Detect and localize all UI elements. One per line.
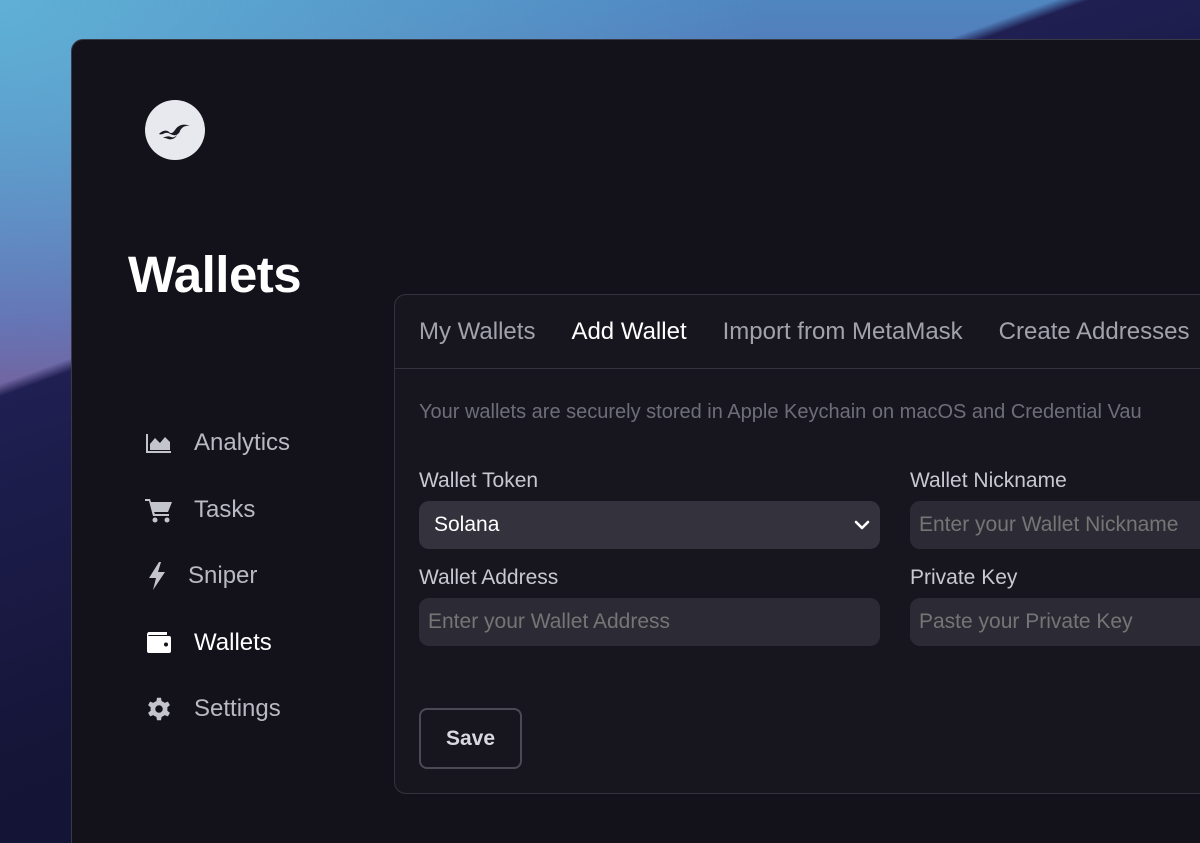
sidebar-item-settings[interactable]: Settings [144,676,404,743]
wallet-address-label: Wallet Address [419,566,559,589]
wallet-nickname-label: Wallet Nickname [910,469,1067,492]
wave-logo-icon[interactable] [145,100,205,160]
sidebar-nav: Analytics Tasks Sniper Wallets Settings [144,410,404,743]
sidebar-item-label: Tasks [194,495,256,523]
save-button[interactable]: Save [419,708,522,769]
wallet-icon [144,628,174,658]
page-title: Wallets [128,246,302,303]
chevron-down-icon [854,515,870,539]
wallet-address-input[interactable] [419,598,880,646]
lightning-icon [142,561,172,591]
tab-import-metamask[interactable]: Import from MetaMask [723,318,963,346]
sidebar-item-sniper[interactable]: Sniper [142,543,404,610]
sidebar-item-label: Settings [194,695,281,723]
sidebar-item-label: Wallets [194,628,272,656]
tab-bar: My Wallets Add Wallet Import from MetaMa… [395,295,1200,369]
private-key-label: Private Key [910,566,1018,589]
tab-create-addresses[interactable]: Create Addresses [999,318,1190,346]
area-chart-icon [144,428,174,458]
sidebar-item-analytics[interactable]: Analytics [144,410,404,477]
private-key-input[interactable] [910,598,1200,646]
app-window: Wallets Analytics Tasks Sniper Wallets S… [71,39,1200,843]
tab-my-wallets[interactable]: My Wallets [419,318,535,346]
gear-icon [144,694,174,724]
security-notice: Your wallets are securely stored in Appl… [419,401,1142,423]
cart-icon [144,495,174,525]
wallet-token-label: Wallet Token [419,469,539,492]
wallet-nickname-input[interactable] [910,501,1200,549]
sidebar-item-wallets[interactable]: Wallets [144,610,404,677]
tab-add-wallet[interactable]: Add Wallet [571,318,686,346]
wallet-token-select[interactable]: Solana [419,501,880,549]
wallet-panel: My Wallets Add Wallet Import from MetaMa… [394,294,1200,794]
sidebar-item-tasks[interactable]: Tasks [144,477,404,544]
sidebar-item-label: Analytics [194,429,291,457]
wallet-token-value: Solana [434,513,500,536]
sidebar-item-label: Sniper [188,562,258,590]
